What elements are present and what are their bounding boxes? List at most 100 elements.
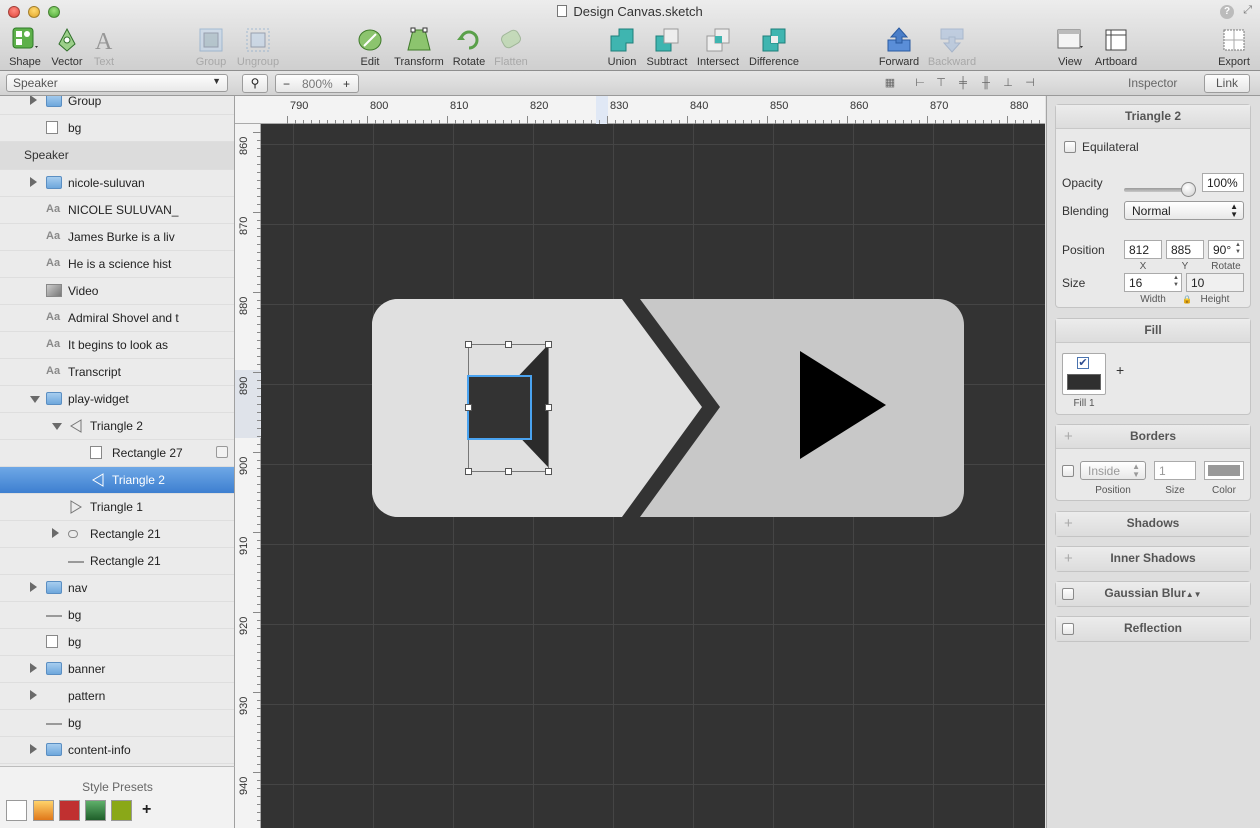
fill-enabled-checkbox[interactable]: ✔ bbox=[1077, 357, 1089, 369]
layers-page-header[interactable]: Speaker bbox=[0, 142, 234, 170]
layer-row[interactable]: Rectangle 21 bbox=[0, 548, 234, 575]
height-field[interactable]: 10 bbox=[1186, 273, 1244, 292]
layer-row[interactable]: Aa He is a science hist bbox=[0, 251, 234, 278]
horizontal-ruler[interactable]: 790 800 810 820 830 840 850 860 870 880 bbox=[235, 96, 1045, 124]
layer-row[interactable]: Aa NICOLE SULUVAN_ bbox=[0, 197, 234, 224]
border-color-well[interactable] bbox=[1204, 461, 1244, 480]
disclosure-open-icon[interactable] bbox=[30, 396, 40, 403]
subtract-button[interactable]: Subtract bbox=[645, 26, 689, 68]
layer-row[interactable]: Triangle 2 bbox=[0, 413, 234, 440]
view-button[interactable]: View bbox=[1052, 26, 1088, 68]
difference-button[interactable]: Difference bbox=[747, 26, 801, 68]
flatten-button[interactable]: Flatten bbox=[492, 26, 530, 68]
zoom-in-button[interactable]: + bbox=[343, 77, 350, 91]
link-button[interactable]: Link bbox=[1204, 74, 1250, 93]
x-field[interactable]: 812 bbox=[1124, 240, 1162, 259]
group-button[interactable]: Group bbox=[194, 26, 228, 68]
mask-icon[interactable] bbox=[216, 446, 228, 458]
blending-select[interactable]: Normal ▲ ▼ bbox=[1124, 201, 1244, 220]
align-bottom-icon[interactable]: ⊥ bbox=[1002, 77, 1014, 89]
fullscreen-icon[interactable]: ⤢ bbox=[1243, 4, 1252, 17]
y-field[interactable]: 885 bbox=[1166, 240, 1204, 259]
resize-handle[interactable] bbox=[545, 404, 552, 411]
preset-swatch[interactable] bbox=[6, 800, 27, 821]
help-icon[interactable]: ? bbox=[1220, 5, 1234, 19]
stepper-arrows-icon[interactable]: ▲▼ bbox=[1186, 590, 1202, 599]
preset-swatch[interactable] bbox=[59, 800, 80, 821]
opacity-field[interactable]: 100% bbox=[1202, 173, 1244, 192]
resize-handle[interactable] bbox=[505, 468, 512, 475]
preset-swatch[interactable] bbox=[111, 800, 132, 821]
border-position-select[interactable]: Inside ▲ ▼ bbox=[1080, 461, 1146, 480]
layer-row[interactable]: Aa Admiral Shovel and t bbox=[0, 305, 234, 332]
align-top-icon[interactable]: ⊤ bbox=[935, 77, 947, 89]
width-field[interactable]: 16 ▲ ▼ bbox=[1124, 273, 1182, 292]
gaussian-blur-checkbox[interactable] bbox=[1062, 588, 1074, 600]
align-right-icon[interactable]: ⊣ bbox=[1024, 77, 1036, 89]
add-shadow-icon[interactable]: + bbox=[1064, 512, 1073, 535]
resize-handle[interactable] bbox=[505, 341, 512, 348]
page-selector[interactable]: Speaker ▼ bbox=[6, 74, 228, 92]
vertical-ruler[interactable]: 860 870 880 890 900 910 920 930 940 bbox=[235, 124, 261, 828]
align-left-icon[interactable]: ⊢ bbox=[914, 77, 926, 89]
layer-row[interactable]: bg bbox=[0, 602, 234, 629]
rotate-button[interactable]: Rotate bbox=[452, 26, 486, 68]
layer-row[interactable]: Aa It begins to look as bbox=[0, 332, 234, 359]
align-middle-icon[interactable]: ╫ bbox=[980, 77, 992, 89]
layer-row[interactable]: pattern bbox=[0, 683, 234, 710]
preset-swatch[interactable] bbox=[85, 800, 106, 821]
disclosure-closed-icon[interactable] bbox=[30, 690, 37, 700]
selected-triangle-bounds[interactable] bbox=[467, 375, 532, 440]
opacity-slider-knob[interactable] bbox=[1181, 182, 1196, 197]
resize-handle[interactable] bbox=[545, 341, 552, 348]
stepper-arrows-icon[interactable]: ▲▼ bbox=[1173, 275, 1179, 289]
layer-row[interactable]: Rectangle 27 bbox=[0, 440, 234, 467]
add-border-icon[interactable]: + bbox=[1064, 425, 1073, 448]
transform-button[interactable]: Transform bbox=[392, 26, 446, 68]
export-button[interactable]: Export bbox=[1214, 26, 1254, 68]
layer-row[interactable]: play-widget bbox=[0, 386, 234, 413]
ungroup-button[interactable]: Ungroup bbox=[236, 26, 280, 68]
preset-swatch[interactable] bbox=[33, 800, 54, 821]
layer-row[interactable]: bg bbox=[0, 115, 234, 142]
align-center-icon[interactable]: ╪ bbox=[957, 77, 969, 89]
resize-handle[interactable] bbox=[545, 468, 552, 475]
equilateral-checkbox[interactable] bbox=[1064, 141, 1076, 153]
stepper-arrows-icon[interactable]: ▲▼ bbox=[1235, 242, 1241, 256]
add-fill-button[interactable]: + bbox=[1116, 362, 1124, 378]
forward-button[interactable]: Forward bbox=[878, 26, 920, 68]
layer-row[interactable]: Group bbox=[0, 96, 234, 115]
layer-row[interactable]: bg bbox=[0, 629, 234, 656]
intersect-button[interactable]: Intersect bbox=[695, 26, 741, 68]
disclosure-closed-icon[interactable] bbox=[30, 582, 37, 592]
disclosure-closed-icon[interactable] bbox=[30, 177, 37, 187]
layer-row[interactable]: Triangle 1 bbox=[0, 494, 234, 521]
shape-button[interactable]: Shape bbox=[8, 26, 42, 68]
resize-handle[interactable] bbox=[465, 341, 472, 348]
edit-button[interactable]: Edit bbox=[355, 26, 385, 68]
artboard-button[interactable]: Artboard bbox=[1093, 26, 1139, 68]
backward-button[interactable]: Backward bbox=[926, 26, 978, 68]
disclosure-closed-icon[interactable] bbox=[52, 528, 59, 538]
layer-row[interactable]: Video bbox=[0, 278, 234, 305]
play-widget[interactable] bbox=[372, 299, 964, 517]
text-button[interactable]: A Text bbox=[90, 26, 118, 68]
fill-swatch[interactable]: ✔ bbox=[1062, 353, 1106, 395]
layer-row[interactable]: Aa James Burke is a liv bbox=[0, 224, 234, 251]
shadows-header[interactable]: + Shadows bbox=[1056, 512, 1250, 536]
border-size-field[interactable]: 1 bbox=[1154, 461, 1196, 480]
disclosure-closed-icon[interactable] bbox=[30, 744, 37, 754]
disclosure-closed-icon[interactable] bbox=[30, 96, 37, 105]
add-preset-button[interactable]: + bbox=[142, 801, 151, 819]
border-enabled-checkbox[interactable] bbox=[1062, 465, 1074, 477]
zoom-out-button[interactable]: − bbox=[283, 77, 290, 91]
union-button[interactable]: Union bbox=[606, 26, 638, 68]
vector-button[interactable]: Vector bbox=[50, 26, 84, 68]
zoom-level[interactable]: 800% bbox=[302, 77, 333, 91]
reflection-checkbox[interactable] bbox=[1062, 623, 1074, 635]
gaussian-blur-header[interactable]: Gaussian Blur▲▼ bbox=[1056, 582, 1250, 606]
disclosure-open-icon[interactable] bbox=[52, 423, 62, 430]
grid-icon[interactable]: ▦ bbox=[884, 77, 896, 89]
layer-row[interactable]: Aa Transcript bbox=[0, 359, 234, 386]
layer-row[interactable]: bg bbox=[0, 710, 234, 737]
